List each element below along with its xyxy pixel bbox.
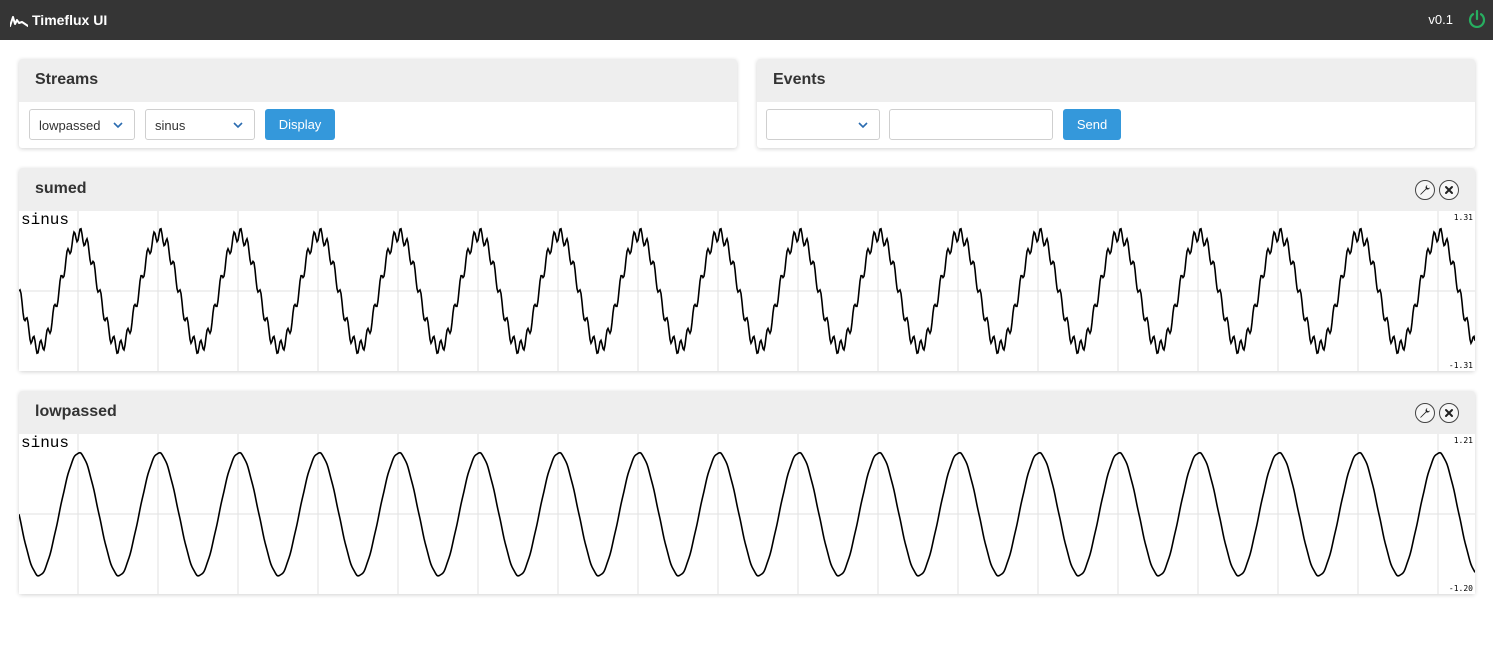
brand[interactable]: Timeflux UI	[10, 10, 107, 30]
settings-button[interactable]	[1415, 403, 1435, 423]
event-select[interactable]	[766, 109, 880, 140]
streams-header: Streams	[19, 59, 737, 102]
app-version: v0.1	[1428, 12, 1453, 27]
series-label: sinus	[21, 434, 70, 452]
y-min-label: -1.20	[1448, 584, 1473, 593]
stream-select-value: lowpassed	[39, 118, 101, 133]
app-title: Timeflux UI	[32, 12, 108, 28]
waveform-logo-icon	[10, 16, 28, 27]
plot-panel-header: sumed	[19, 168, 1475, 211]
events-title: Events	[773, 71, 826, 88]
plot-panel-title: sumed	[35, 180, 87, 197]
channel-select-value: sinus	[155, 118, 186, 133]
streams-card: Streams lowpassed sinus Display	[19, 59, 737, 148]
close-button[interactable]	[1439, 180, 1459, 200]
channel-select[interactable]: sinus	[145, 109, 255, 140]
close-icon	[1445, 409, 1453, 417]
power-icon[interactable]	[1467, 9, 1487, 29]
event-data-input[interactable]	[889, 109, 1053, 140]
series-label: sinus	[21, 211, 70, 229]
plot-panel-lowpassed: lowpassed sinus 1.21 -1.20	[19, 391, 1475, 594]
y-min-label: -1.31	[1448, 361, 1473, 370]
chevron-down-icon	[233, 122, 243, 129]
y-max-label: 1.21	[1453, 436, 1473, 445]
settings-button[interactable]	[1415, 180, 1435, 200]
wrench-icon	[1420, 408, 1430, 418]
line-chart	[19, 211, 1475, 371]
events-header: Events	[757, 59, 1475, 102]
streams-title: Streams	[35, 71, 99, 88]
display-button[interactable]: Display	[265, 109, 335, 140]
chevron-down-icon	[858, 122, 868, 129]
close-icon	[1445, 186, 1453, 194]
top-bar: Timeflux UI v0.1	[0, 0, 1493, 40]
close-button[interactable]	[1439, 403, 1459, 423]
chevron-down-icon	[113, 122, 123, 129]
plot-area: sinus 1.31 -1.31	[19, 211, 1475, 371]
events-card: Events Send	[757, 59, 1475, 148]
plot-panel-title: lowpassed	[35, 403, 117, 420]
wrench-icon	[1420, 185, 1430, 195]
stream-select[interactable]: lowpassed	[29, 109, 135, 140]
plot-area: sinus 1.21 -1.20	[19, 434, 1475, 594]
plot-panel-sumed: sumed sinus 1.31 -1.31	[19, 168, 1475, 371]
send-button[interactable]: Send	[1063, 109, 1121, 140]
y-max-label: 1.31	[1453, 213, 1473, 222]
line-chart	[19, 434, 1475, 594]
plot-panel-header: lowpassed	[19, 391, 1475, 434]
